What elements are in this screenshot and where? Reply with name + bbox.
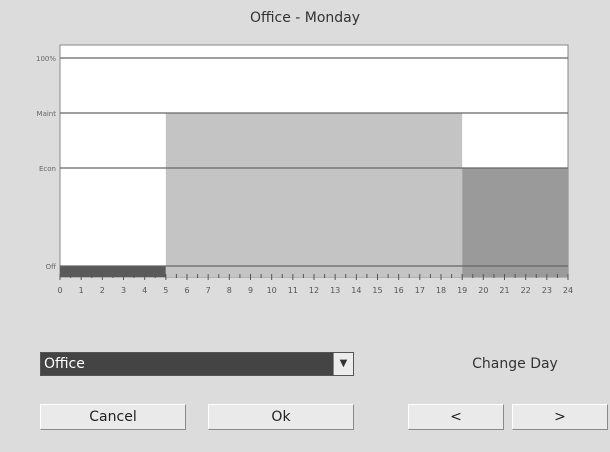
- x-tick-label: 3: [121, 286, 126, 295]
- profile-select[interactable]: Office ▼: [40, 352, 354, 376]
- x-tick-label: 8: [227, 286, 232, 295]
- y-tick-label: Econ: [39, 165, 56, 173]
- chevron-down-icon[interactable]: ▼: [333, 353, 353, 375]
- y-tick-label: 100%: [36, 55, 56, 63]
- x-tick-label: 2: [100, 286, 105, 295]
- x-tick-label: 6: [184, 286, 189, 295]
- ok-button[interactable]: Ok: [208, 404, 354, 430]
- x-tick-label: 17: [415, 286, 425, 295]
- x-tick-label: 21: [499, 286, 509, 295]
- x-tick-label: 23: [542, 286, 552, 295]
- x-tick-label: 16: [394, 286, 404, 295]
- cancel-button[interactable]: Cancel: [40, 404, 186, 430]
- schedule-chart[interactable]: 100% Maint Econ Off 0 1 2 3 4 5 6 7 8 9 10 11 12 13 14 15 1…: [0, 0, 610, 310]
- schedule-segment-2[interactable]: [462, 168, 568, 277]
- x-tick-label: 22: [521, 286, 531, 295]
- profile-select-value: Office: [41, 353, 333, 375]
- schedule-segment-1[interactable]: [165, 113, 463, 277]
- x-tick-label: 9: [248, 286, 253, 295]
- prev-day-button[interactable]: <: [408, 404, 504, 430]
- x-tick-label: 4: [142, 286, 147, 295]
- x-tick-label: 12: [309, 286, 319, 295]
- x-tick-label: 24: [563, 286, 573, 295]
- y-tick-label: Maint: [37, 110, 57, 118]
- x-tick-label: 5: [163, 286, 168, 295]
- x-tick-label: 7: [206, 286, 211, 295]
- x-tick-label: 19: [457, 286, 467, 295]
- x-tick-label: 10: [267, 286, 277, 295]
- x-tick-label: 14: [351, 286, 361, 295]
- x-tick-label: 0: [57, 286, 62, 295]
- x-tick-label: 15: [372, 286, 382, 295]
- x-tick-label: 18: [436, 286, 446, 295]
- schedule-chart-svg[interactable]: 100%MaintEconOff 0 1 2 3 4 5 6 7 8 9 10 11 12 13 14 15 1…: [0, 0, 610, 310]
- y-tick-label: Off: [46, 263, 57, 271]
- x-tick-label: 13: [330, 286, 340, 295]
- x-tick-label: 1: [79, 286, 84, 295]
- x-tick-label: 11: [288, 286, 298, 295]
- x-tick-label: 20: [478, 286, 488, 295]
- change-day-label: Change Day: [472, 356, 558, 372]
- next-day-button[interactable]: >: [512, 404, 608, 430]
